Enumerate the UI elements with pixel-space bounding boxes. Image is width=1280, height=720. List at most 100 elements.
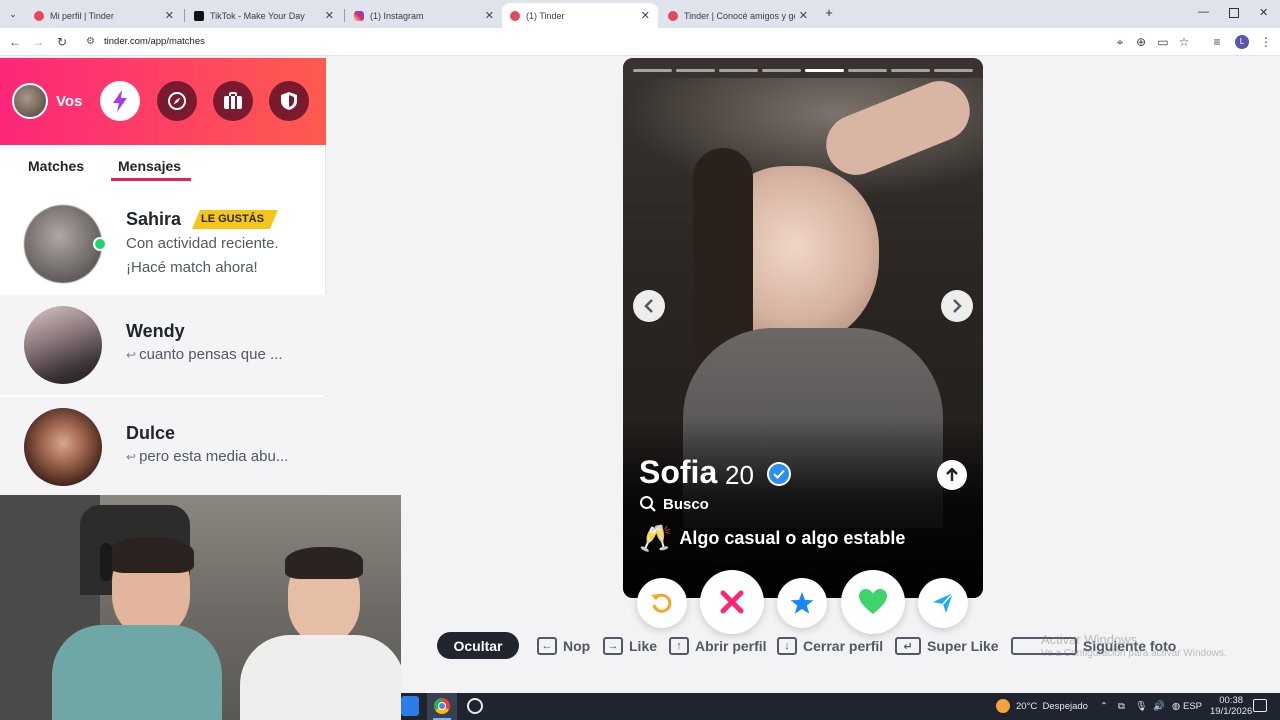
clock[interactable]: 00:38 19/1/2026 <box>1210 695 1252 719</box>
more-menu-icon[interactable]: ⋮ <box>1257 33 1275 51</box>
windows-activation-title: Activar Windows <box>1041 632 1138 647</box>
tab-matches[interactable]: Matches <box>28 158 84 174</box>
online-status-dot <box>93 237 107 251</box>
minimize-icon[interactable]: — <box>1198 6 1209 18</box>
enter-key-icon: ↵ <box>895 637 921 655</box>
hint-super-like: ↵ Super Like <box>895 632 999 660</box>
browser-tab-4-active[interactable]: (1) Tinder ✕ <box>502 3 658 28</box>
user-avatar[interactable] <box>12 83 48 119</box>
close-tab-icon[interactable]: ✕ <box>325 9 334 22</box>
sidebar-header: Vos <box>0 58 326 145</box>
hide-hints-button[interactable]: Ocultar <box>437 632 519 659</box>
browser-tab-3[interactable]: (1) Instagram ✕ <box>346 3 502 28</box>
tab-mensajes[interactable]: Mensajes <box>118 158 181 174</box>
chrome-taskbar-item[interactable] <box>427 693 457 720</box>
headphones <box>100 543 112 581</box>
back-icon[interactable]: ← <box>6 33 24 51</box>
restore-icon[interactable] <box>1229 8 1239 18</box>
photo-progress-bar <box>762 69 801 72</box>
match-name: Dulce <box>126 423 176 443</box>
outlook-icon[interactable] <box>401 696 419 716</box>
rewind-button[interactable] <box>637 578 687 628</box>
weather-widget[interactable]: 20°C Despejado <box>996 693 1088 720</box>
close-tab-icon[interactable]: ✕ <box>799 9 808 22</box>
bookmark-star-icon[interactable]: ☆ <box>1175 33 1193 51</box>
tiktok-icon <box>194 10 204 21</box>
clock-date: 19/1/2026 <box>1210 706 1253 717</box>
reply-arrow-icon: ↩ <box>126 348 137 362</box>
new-tab-icon[interactable]: + <box>822 6 836 20</box>
person-right-hair <box>285 547 363 579</box>
person-right-shirt <box>240 635 401 720</box>
tab-title: Tinder | Conocé amigos y gente <box>684 10 795 21</box>
close-tab-icon[interactable]: ✕ <box>641 9 650 22</box>
photo-progress-bar <box>848 69 887 72</box>
looking-for-value-row: 🥂 Algo casual o algo estable <box>639 523 905 554</box>
conversation-row[interactable]: Sahira LE GUSTÁS Con actividad reciente.… <box>0 195 326 295</box>
open-profile-button[interactable] <box>937 460 967 490</box>
clock-time: 00:38 <box>1219 695 1244 706</box>
address-bar[interactable]: ⚙ tinder.com/app/matches <box>78 31 1198 53</box>
hint-label: Cerrar perfil <box>803 638 884 654</box>
user-label[interactable]: Vos <box>56 93 82 110</box>
notifications-icon[interactable] <box>1253 699 1267 712</box>
url-text: tinder.com/app/matches <box>104 36 205 47</box>
zoom-icon[interactable]: ⊕ <box>1132 33 1150 51</box>
tinder-icon <box>34 10 44 21</box>
conversation-row[interactable]: Dulce ↩ pero esta media abu... <box>0 397 326 497</box>
profile-avatar-icon[interactable]: L <box>1235 35 1249 49</box>
close-tab-icon[interactable]: ✕ <box>165 9 174 22</box>
paper-plane-icon <box>933 592 954 613</box>
network-status-icon[interactable]: ⧉ <box>1118 693 1125 720</box>
browser-tab-2[interactable]: TikTok - Make Your Day ✕ <box>186 3 342 28</box>
person-left-hair <box>108 537 194 573</box>
likes-you-badge: LE GUSTÁS <box>192 210 278 229</box>
safety-button[interactable] <box>269 81 309 121</box>
passport-button[interactable] <box>213 81 253 121</box>
super-like-button[interactable] <box>777 578 827 628</box>
conversation-row[interactable]: Wendy ↩ cuanto pensas que ... <box>0 295 326 395</box>
profile-card[interactable]: Sofia 20 Busco 🥂 Algo casual o algo esta… <box>623 58 983 598</box>
hint-label: Nop <box>563 638 591 654</box>
boost-button[interactable] <box>100 81 140 121</box>
close-tab-icon[interactable]: ✕ <box>485 9 494 22</box>
profile-name: Sofia <box>639 454 718 490</box>
reply-arrow-icon: ↩ <box>126 450 137 464</box>
send-message-button[interactable] <box>918 578 968 628</box>
browser-toolbar: ← → ↻ ⚙ tinder.com/app/matches ⌖ ⊕ ▭ ☆ ≡… <box>0 28 1280 56</box>
install-app-icon[interactable]: ▭ <box>1154 33 1172 51</box>
nope-button[interactable] <box>700 570 764 634</box>
browser-tab-5[interactable]: Tinder | Conocé amigos y gente ✕ <box>660 3 816 28</box>
profile-age: 20 <box>725 460 754 490</box>
browser-tab-1[interactable]: Mi perfil | Tinder ✕ <box>26 3 182 28</box>
explore-button[interactable] <box>157 81 197 121</box>
tray-overflow-icon[interactable]: ⌃ <box>1100 693 1108 720</box>
photo-progress-bar <box>891 69 930 72</box>
tab-list-dropdown-icon[interactable]: ⌄ <box>6 7 20 21</box>
tab-title: Mi perfil | Tinder <box>50 10 114 21</box>
obs-icon[interactable] <box>467 698 483 714</box>
reload-icon[interactable]: ↻ <box>53 33 71 51</box>
language-indicator[interactable]: ESP <box>1183 693 1202 720</box>
photo-progress-bar <box>934 69 973 72</box>
hint-open-profile: ↑ Abrir perfil <box>669 632 767 660</box>
previous-photo-button[interactable] <box>633 290 665 322</box>
close-window-icon[interactable]: ✕ <box>1259 6 1268 19</box>
site-info-icon[interactable]: ⚙ <box>86 31 95 53</box>
hint-nope: ← Nop <box>537 632 590 660</box>
microphone-icon[interactable]: 🎙 <box>1135 693 1147 720</box>
avatar-dulce <box>24 408 102 486</box>
volume-icon[interactable]: 🔊 <box>1153 693 1165 720</box>
like-button[interactable] <box>841 570 905 634</box>
forward-icon[interactable]: → <box>29 33 47 51</box>
next-photo-button[interactable] <box>941 290 973 322</box>
media-controls-icon[interactable]: ≡ <box>1208 33 1226 51</box>
lightning-icon <box>113 90 127 112</box>
wifi-icon[interactable]: ◍ <box>1172 693 1180 720</box>
up-arrow-key-icon: ↑ <box>669 637 689 655</box>
location-icon[interactable]: ⌖ <box>1111 33 1129 51</box>
active-tab-underline <box>111 178 191 181</box>
matches-sidebar: Vos Matches Mensajes Sahira LE GUSTÁS Co… <box>0 58 326 497</box>
message-preview: pero esta media abu... <box>139 448 289 465</box>
weather-temp: 20°C <box>1016 701 1038 712</box>
